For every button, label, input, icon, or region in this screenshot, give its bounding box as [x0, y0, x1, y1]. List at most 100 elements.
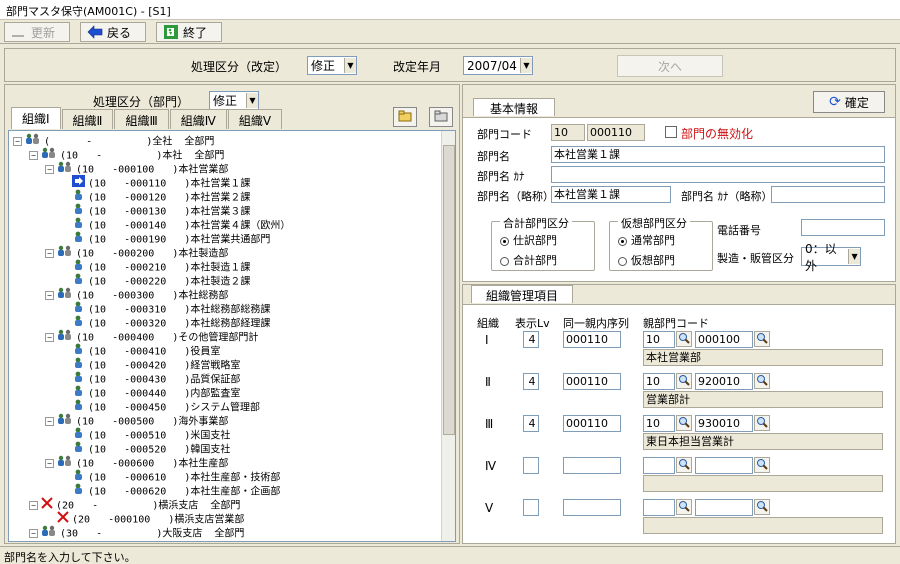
expand-toggle-icon[interactable]: − [45, 291, 54, 300]
tree-node[interactable]: (10 -000220 )本社製造２課 [61, 273, 250, 288]
expand-toggle-icon[interactable] [61, 361, 70, 370]
tree-node[interactable]: − ( - )全社 全部門 [13, 133, 214, 148]
parent-code-2-field[interactable] [695, 457, 753, 474]
expand-toggle-icon[interactable]: − [29, 501, 38, 510]
tree-scrollbar[interactable] [441, 131, 455, 541]
org-mgmt-tab[interactable]: 組織管理項目 [471, 285, 574, 303]
parent-code-2-search-button[interactable] [754, 331, 770, 347]
expand-toggle-icon[interactable] [61, 347, 70, 356]
parent-code-1-search-button[interactable] [676, 457, 692, 473]
parent-code-1-search-button[interactable] [676, 499, 692, 515]
parent-code-1-field[interactable] [643, 499, 675, 516]
expand-toggle-icon[interactable] [61, 263, 70, 272]
tab-org-3[interactable]: 組織Ⅲ [114, 109, 169, 129]
tree-node[interactable]: (20 -000100 )横浜支店営業部 [45, 511, 244, 526]
tree-node[interactable]: − (10 -000600 )本社生産部 [45, 455, 228, 470]
mfg-admin-select[interactable]: 0：以外 ▼ [801, 242, 861, 273]
tree-node[interactable]: − (10 - )本社 全部門 [29, 147, 224, 162]
expand-toggle-icon[interactable] [61, 277, 70, 286]
expand-tree-button[interactable] [393, 107, 417, 127]
basic-info-tab[interactable]: 基本情報 [473, 98, 556, 116]
tab-org-4[interactable]: 組織Ⅳ [169, 109, 227, 129]
parent-code-1-search-button[interactable] [676, 331, 692, 347]
parent-code-1-search-button[interactable] [676, 373, 692, 389]
parent-code-2-field[interactable]: 000100 [695, 331, 753, 348]
tree-node[interactable]: (10 -000120 )本社営業２課 [61, 189, 250, 204]
next-button[interactable]: 次へ [617, 55, 723, 77]
tree-node[interactable]: (10 -000510 )米国支社 [61, 427, 230, 442]
expand-toggle-icon[interactable] [61, 473, 70, 482]
total-radio-2[interactable]: 合計部門 [500, 252, 557, 268]
expand-toggle-icon[interactable] [61, 305, 70, 314]
tree-node[interactable]: (10 -000620 )本社生産部・企画部 [61, 483, 280, 498]
expand-toggle-icon[interactable] [45, 515, 54, 524]
expand-toggle-icon[interactable] [61, 403, 70, 412]
org-tree[interactable]: −( - )全社 全部門 − (10 - )本社 全部門 − (10 -000100 )… [8, 130, 456, 542]
scroll-thumb[interactable] [443, 145, 455, 435]
tree-node[interactable]: − (10 -000100 )本社営業部 [45, 161, 228, 176]
parent-code-1-search-button[interactable] [676, 415, 692, 431]
confirm-button[interactable]: ⟳ 確定 [813, 91, 885, 113]
parent-code-1-field[interactable]: 10 [643, 415, 675, 432]
display-level-field[interactable]: 4 [523, 331, 539, 348]
dept-short-kana-field[interactable] [771, 186, 885, 203]
tree-node[interactable]: (10 -000110 )本社営業１課 [61, 175, 250, 190]
expand-toggle-icon[interactable]: − [45, 249, 54, 258]
tree-node[interactable]: (10 -000310 )本社総務部総務課 [61, 301, 270, 316]
parent-code-1-field[interactable]: 10 [643, 331, 675, 348]
sibling-order-field[interactable] [563, 457, 621, 474]
parent-code-2-field[interactable]: 930010 [695, 415, 753, 432]
expand-toggle-icon[interactable] [61, 193, 70, 202]
tab-org-2[interactable]: 組織Ⅱ [61, 109, 114, 129]
tab-org-1[interactable]: 組織Ⅰ [11, 107, 61, 129]
expand-toggle-icon[interactable] [61, 445, 70, 454]
expand-toggle-icon[interactable] [61, 235, 70, 244]
phone-field[interactable] [801, 219, 885, 236]
tree-node[interactable]: (10 -000440 )内部監査室 [61, 385, 240, 400]
dept-short-field[interactable]: 本社営業１課 [551, 186, 671, 203]
tree-node[interactable]: (10 -000320 )本社総務部経理課 [61, 315, 270, 330]
expand-toggle-icon[interactable]: − [29, 151, 38, 160]
parent-code-2-search-button[interactable] [754, 499, 770, 515]
sibling-order-field[interactable]: 000110 [563, 331, 621, 348]
expand-toggle-icon[interactable] [61, 431, 70, 440]
tree-node[interactable]: (10 -000190 )本社営業共通部門 [61, 231, 270, 246]
expand-toggle-icon[interactable]: − [29, 529, 38, 538]
tree-node[interactable]: (10 -000430 )品質保証部 [61, 371, 240, 386]
tree-node[interactable]: (10 -000520 )韓国支社 [61, 441, 230, 456]
expand-toggle-icon[interactable] [61, 207, 70, 216]
exit-button[interactable]: 終了 [156, 22, 222, 42]
back-button[interactable]: 戻る [80, 22, 146, 42]
revision-month-select[interactable]: 2007/04 ▼ [463, 56, 533, 75]
expand-toggle-icon[interactable]: − [45, 459, 54, 468]
sibling-order-field[interactable] [563, 499, 621, 516]
tree-node[interactable]: (10 -000140 )本社営業４課（欧州） [61, 217, 290, 232]
proc-kind-select[interactable]: 修正 ▼ [307, 56, 357, 75]
expand-toggle-icon[interactable] [61, 375, 70, 384]
tree-node[interactable]: (10 -000210 )本社製造１課 [61, 259, 250, 274]
dept-name-field[interactable]: 本社営業１課 [551, 146, 885, 163]
update-button[interactable]: 更新 [4, 22, 70, 42]
parent-code-2-search-button[interactable] [754, 415, 770, 431]
expand-toggle-icon[interactable]: − [13, 137, 22, 146]
parent-code-1-field[interactable] [643, 457, 675, 474]
tree-node[interactable]: (10 -000610 )本社生産部・技術部 [61, 469, 280, 484]
expand-toggle-icon[interactable]: − [45, 333, 54, 342]
tree-node[interactable]: (10 -000420 )経営戦略室 [61, 357, 240, 372]
virtual-radio-2[interactable]: 仮想部門 [618, 252, 675, 268]
dept-kana-field[interactable] [551, 166, 885, 183]
sibling-order-field[interactable]: 000110 [563, 373, 621, 390]
expand-toggle-icon[interactable] [61, 179, 70, 188]
display-level-field[interactable] [523, 499, 539, 516]
display-level-field[interactable]: 4 [523, 373, 539, 390]
tree-node[interactable]: − (10 -000500 )海外事業部 [45, 413, 228, 428]
tree-node[interactable]: − (20 - )横浜支店 全部門 [29, 497, 240, 512]
display-level-field[interactable]: 4 [523, 415, 539, 432]
dept-proc-select[interactable]: 修正 ▼ [209, 91, 259, 110]
parent-code-2-field[interactable]: 920010 [695, 373, 753, 390]
tree-node[interactable]: − (30 - )大阪支店 全部門 [29, 525, 244, 540]
tree-node[interactable]: (10 -000130 )本社営業３課 [61, 203, 250, 218]
display-level-field[interactable] [523, 457, 539, 474]
expand-toggle-icon[interactable] [61, 389, 70, 398]
expand-toggle-icon[interactable]: − [45, 417, 54, 426]
